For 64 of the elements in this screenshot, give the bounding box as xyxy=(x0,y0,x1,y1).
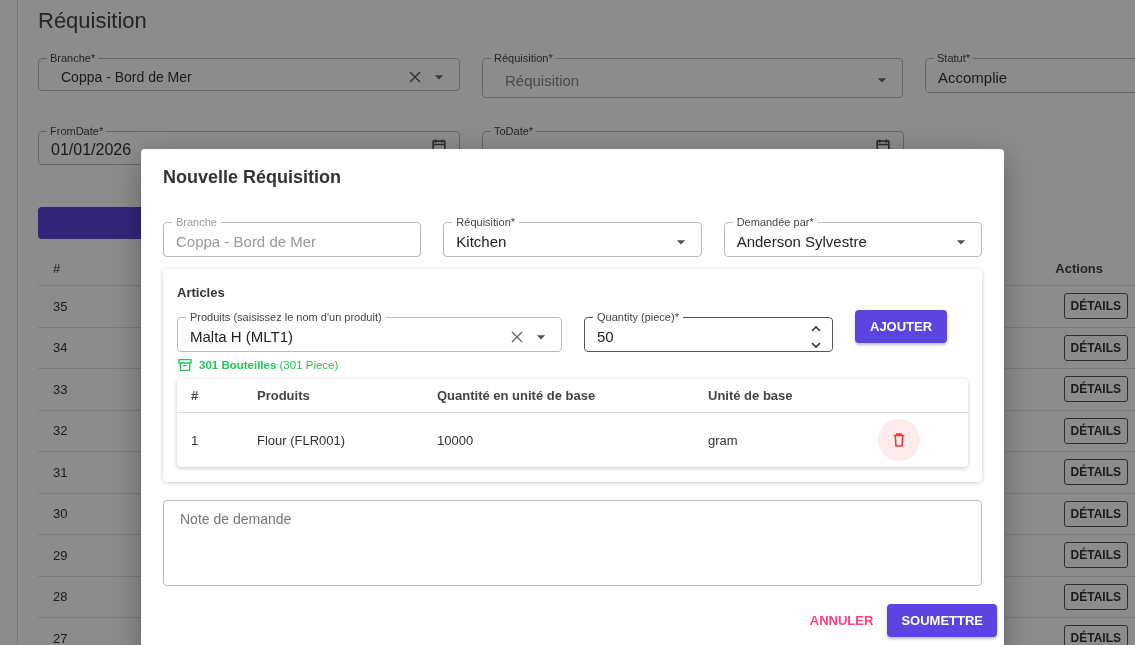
archive-icon xyxy=(177,357,193,373)
table-cell: 30 xyxy=(53,506,68,522)
details-button[interactable]: DÉTAILS xyxy=(1063,500,1128,527)
add-button[interactable]: AJOUTER xyxy=(855,310,948,343)
field-value: Accomplie xyxy=(938,69,1008,86)
filter-field[interactable]: Statut* Accomplie xyxy=(925,51,1135,93)
submit-button[interactable]: SOUMETTRE xyxy=(887,604,997,637)
table-cell: 31 xyxy=(53,464,68,480)
table-cell: 32 xyxy=(53,423,68,439)
field-value: 01/01/2026 xyxy=(51,141,132,159)
field-placeholder: Réquisition xyxy=(505,71,580,89)
column-header: # xyxy=(53,260,61,276)
field-value: Malta H (MLT1) xyxy=(190,328,294,345)
field-label: Branche* xyxy=(49,51,97,65)
column-header: Unité de base xyxy=(708,388,794,403)
cancel-button[interactable]: ANNULER xyxy=(809,604,874,637)
page-title: Réquisition xyxy=(38,8,148,35)
column-header: Quantité en unité de base xyxy=(437,388,597,403)
table-cell: 33 xyxy=(53,381,68,397)
table-cell-text: 1 xyxy=(190,432,200,448)
select-field[interactable]: Réquisition* Kitchen xyxy=(443,215,702,257)
field-value: Coppa - Bord de Mer xyxy=(61,68,192,85)
quantity-field[interactable]: Quantity (piece)* 50 xyxy=(584,310,833,352)
field-value: Kitchen xyxy=(456,233,507,250)
table-cell-text: Flour (FLR001) xyxy=(257,432,347,448)
select-field[interactable]: Demandée par* Anderson Sylvestre xyxy=(723,215,982,257)
table-cell: 35 xyxy=(53,298,68,314)
field-label: Demandée par* xyxy=(735,215,815,229)
table-cell: 27 xyxy=(53,630,68,645)
details-button[interactable]: DÉTAILS xyxy=(1063,376,1128,403)
filter-field[interactable]: Branche* Coppa - Bord de Mer xyxy=(38,51,460,91)
field-value: Anderson Sylvestre xyxy=(736,233,867,250)
column-header: Produits xyxy=(257,388,311,403)
details-button[interactable]: DÉTAILS xyxy=(1063,625,1128,645)
field-label: Produits (saisissez le nom d'un produit) xyxy=(189,310,383,324)
table-cell: 34 xyxy=(53,340,68,356)
details-button[interactable]: DÉTAILS xyxy=(1063,417,1128,444)
details-button[interactable]: DÉTAILS xyxy=(1063,459,1128,486)
details-button[interactable]: DÉTAILS xyxy=(1063,542,1128,569)
product-field[interactable]: Produits (saisissez le nom d'un produit) Malta H (MLT1) xyxy=(177,310,562,352)
field-label: Statut* xyxy=(936,51,972,65)
stock-text: 301 Bouteilles (301 Piece) xyxy=(199,359,339,371)
table-cell: 28 xyxy=(53,589,68,605)
column-header: Actions xyxy=(1055,260,1103,276)
section-title: Articles xyxy=(177,285,226,300)
field-label: Branche xyxy=(175,215,218,229)
details-button[interactable]: DÉTAILS xyxy=(1063,293,1128,320)
field-label: Quantity (piece)* xyxy=(596,310,680,324)
field-value: 50 xyxy=(597,328,614,345)
details-button[interactable]: DÉTAILS xyxy=(1063,334,1128,361)
note-field[interactable]: Note de demande xyxy=(163,500,982,586)
column-header: # xyxy=(190,388,200,403)
details-button[interactable]: DÉTAILS xyxy=(1063,583,1128,610)
field-value: Coppa - Bord de Mer xyxy=(176,233,317,250)
dialog-title: Nouvelle Réquisition xyxy=(163,167,343,188)
field-label: Réquisition* xyxy=(455,215,517,229)
filter-field[interactable]: Réquisition* Réquisition xyxy=(482,51,903,98)
field-label: ToDate* xyxy=(493,124,535,138)
table-cell: 29 xyxy=(53,547,68,563)
field-label: FromDate* xyxy=(49,124,105,138)
table-cell-text: gram xyxy=(708,432,739,448)
field-label: Réquisition* xyxy=(493,51,554,65)
delete-button[interactable] xyxy=(878,419,920,461)
table-cell-text: 10000 xyxy=(437,432,475,448)
